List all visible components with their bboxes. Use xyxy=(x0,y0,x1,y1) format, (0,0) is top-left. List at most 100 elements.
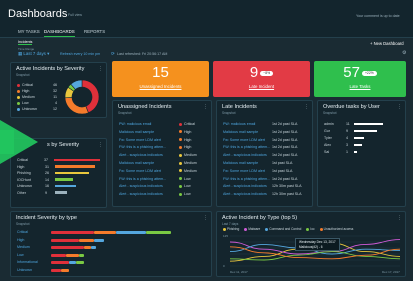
donut-slice-high[interactable] xyxy=(64,97,89,115)
overdue-row[interactable]: admin 11 xyxy=(324,121,399,127)
bar-segment[interactable] xyxy=(51,246,84,249)
incident-row[interactable]: FW: this is a phishing attem... Low xyxy=(119,176,205,182)
bar-segment[interactable] xyxy=(83,246,91,249)
bar-segment[interactable] xyxy=(116,231,146,234)
bar-segment[interactable] xyxy=(51,268,61,272)
donut-legend: Critical 46 High 32 Medium 11 Low 4 Unknown 12 xyxy=(17,82,57,112)
more-icon[interactable]: ⋮ xyxy=(203,104,208,110)
incident-name[interactable]: Fw: Some more LDM alert xyxy=(119,138,179,142)
tab-dashboards[interactable]: DASHBOARDS xyxy=(44,29,75,37)
more-icon[interactable]: ⋮ xyxy=(304,104,309,110)
bar-segment[interactable] xyxy=(93,238,104,242)
legend-item[interactable]: Malware xyxy=(244,227,260,231)
settings-icon[interactable]: ⚙ xyxy=(402,50,406,56)
incident-name[interactable]: Malicious mail sample xyxy=(119,130,179,134)
refresh-select[interactable]: Refresh every 10 min pm xyxy=(60,52,100,56)
type-row[interactable]: IOCHunt 14 xyxy=(17,177,100,183)
legend-item[interactable]: Command and Control xyxy=(265,227,301,231)
bar-segment[interactable] xyxy=(66,253,79,257)
incident-name[interactable]: Fw: Some more LDM alert xyxy=(223,138,272,142)
incident-row[interactable]: FW: this is a phishing attem... High xyxy=(119,144,205,150)
incident-row[interactable]: Fw: Some more LDM alert High xyxy=(119,137,205,143)
time-range-select[interactable]: ▦ Last 7 days ▾ xyxy=(18,51,49,57)
incident-name[interactable]: Alert - suspicious indicators xyxy=(119,153,179,157)
bar-segment[interactable] xyxy=(51,253,66,257)
tile-unassigned[interactable]: 15 Unassigned Incidents xyxy=(112,61,209,97)
more-icon[interactable]: ⋮ xyxy=(397,104,402,110)
overdue-row[interactable]: Gur 9 xyxy=(324,128,399,134)
incident-row[interactable]: Malicious mail sample High xyxy=(119,129,205,135)
legend-item[interactable]: Unknown 12 xyxy=(17,106,57,112)
bar-segment[interactable] xyxy=(93,231,116,234)
incident-name[interactable]: Alert - suspicious indicators xyxy=(119,192,179,196)
tile-late-incident[interactable]: 9 −8% Late Incident xyxy=(213,61,310,97)
more-icon[interactable]: ⋮ xyxy=(203,215,208,221)
refresh-icon[interactable]: ⟳ xyxy=(111,51,115,57)
incident-row[interactable]: PW: malicious email Critical xyxy=(119,121,205,127)
more-icon[interactable]: ⋮ xyxy=(397,215,402,221)
tile-late-tasks[interactable]: 57 +22% Late Tasks xyxy=(314,61,406,97)
late-row[interactable]: Fw: Some more LDM alert 1st 2d past SLA xyxy=(223,137,306,143)
bar-segment[interactable] xyxy=(76,261,84,264)
tooltip-value: Malicious(#2) - 6 xyxy=(299,244,323,249)
late-row[interactable]: Alert - suspicious indicators 12h 30m pas… xyxy=(223,183,306,189)
bar-segment[interactable] xyxy=(51,231,94,234)
late-row[interactable]: Alert - suspicious indicators 1st 2d past… xyxy=(223,152,306,158)
incident-row[interactable]: Alert - suspicious indicators Medium xyxy=(119,152,205,158)
legend-item[interactable]: Ioc xyxy=(306,227,315,231)
type-row[interactable]: Unknown 16 xyxy=(17,183,100,189)
incident-name[interactable]: Malicious mail sample xyxy=(223,130,272,134)
late-row[interactable]: Fw: Some more LDM alert 1st past SLA xyxy=(223,168,306,174)
incident-name[interactable]: FW: this is a phishing attem... xyxy=(223,177,272,181)
new-dashboard-button[interactable]: + New Dashboard xyxy=(370,41,404,46)
late-row[interactable]: FW: this is a phishing attem... 1st 2d pa… xyxy=(223,176,306,182)
incident-name[interactable]: Alert - suspicious indicators xyxy=(223,153,272,157)
incident-name[interactable]: FW: this is a phishing attem... xyxy=(119,177,179,181)
type-row[interactable]: Phishing 26 xyxy=(17,170,100,176)
type-row[interactable]: High 31 xyxy=(17,164,100,170)
incident-name[interactable]: Alert - suspicious indicators xyxy=(223,192,272,196)
bar-segment[interactable] xyxy=(146,231,171,234)
late-row[interactable]: Malicious mail sample 1st 2d past SLA xyxy=(223,129,306,135)
overdue-row[interactable]: Sal 1 xyxy=(324,149,399,155)
incident-name[interactable]: FW: this is a phishing attem... xyxy=(223,145,272,149)
tile-link[interactable]: Late Tasks xyxy=(314,84,406,89)
bar-segment[interactable] xyxy=(51,261,69,264)
incident-name[interactable]: FW: this is a phishing attem... xyxy=(119,145,179,149)
incident-name[interactable]: PW: malicious email xyxy=(223,122,272,126)
incident-row[interactable]: Fw: Some more LDM alert Medium xyxy=(119,168,205,174)
tile-link[interactable]: Late Incident xyxy=(213,84,310,89)
late-row[interactable]: PW: malicious email 1st 2d past SLA xyxy=(223,121,306,127)
legend-item[interactable]: Phishing xyxy=(223,227,239,231)
bar-segment[interactable] xyxy=(68,261,76,264)
tab-reports[interactable]: REPORTS xyxy=(84,29,105,34)
overdue-row[interactable]: Tyler 4 xyxy=(324,135,399,141)
more-icon[interactable]: ⋮ xyxy=(98,142,103,148)
bar-segment[interactable] xyxy=(78,253,84,257)
incident-row[interactable]: Alert - suspicious indicators Low xyxy=(119,191,205,197)
incident-row[interactable]: Alert - suspicious indicators Low xyxy=(119,183,205,189)
bar-segment[interactable] xyxy=(61,268,69,272)
incident-name[interactable]: Fw: Some more LDM alert xyxy=(223,169,272,173)
incident-name[interactable]: Fw: Some more LDM alert xyxy=(119,169,179,173)
incident-name[interactable]: Alert - suspicious indicators xyxy=(223,184,272,188)
tab-my-tasks[interactable]: MY TASKS xyxy=(18,29,40,34)
incident-row[interactable]: Malicious mail sample Medium xyxy=(119,160,205,166)
type-row[interactable]: Other 9 xyxy=(17,190,100,196)
more-icon[interactable]: ⋮ xyxy=(98,66,103,72)
late-row[interactable]: Malicious mail sample 1st past SLA xyxy=(223,160,306,166)
legend-item[interactable]: Unauthorized access xyxy=(319,227,353,231)
incident-name[interactable]: Alert - suspicious indicators xyxy=(119,184,179,188)
incident-name[interactable]: PW: malicious email xyxy=(119,122,179,126)
trend-pill: −8% xyxy=(260,70,274,76)
incident-name[interactable]: Malicious mail sample xyxy=(119,161,179,165)
tile-link[interactable]: Unassigned Incidents xyxy=(112,84,209,89)
bar-segment[interactable] xyxy=(78,238,94,242)
overdue-row[interactable]: Alex 3 xyxy=(324,142,399,148)
bar-segment[interactable] xyxy=(51,238,79,242)
late-row[interactable]: Alert - suspicious indicators 12h 30m pas… xyxy=(223,191,306,197)
incident-name[interactable]: Malicious mail sample xyxy=(223,161,272,165)
late-row[interactable]: FW: this is a phishing attem... 1st 2d pa… xyxy=(223,144,306,150)
subnav-incidents[interactable]: Incidents xyxy=(18,40,33,45)
bar-segment[interactable] xyxy=(91,246,96,249)
